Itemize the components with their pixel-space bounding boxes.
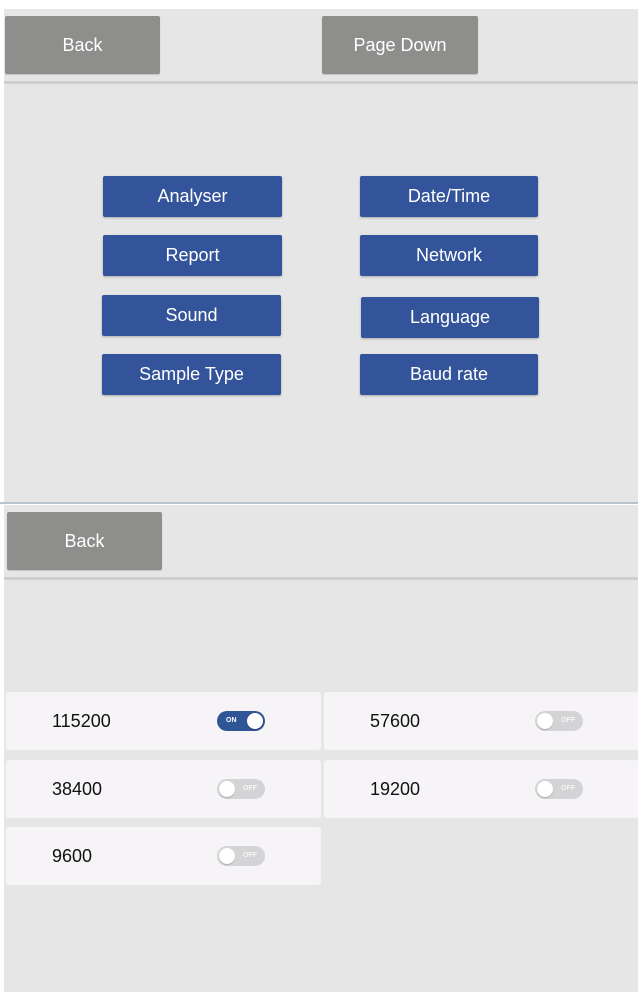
baud-rate-value: 9600 [52,846,93,866]
network-button[interactable]: Network [360,235,538,276]
settings-menu-screen: Back Page Down Analyser Date/Time Report… [4,9,638,503]
baud-rate-toggle[interactable]: ON [217,711,265,731]
back-button[interactable]: Back [7,512,162,570]
language-button[interactable]: Language [361,297,539,338]
baud-rate-value: 19200 [370,779,421,799]
sample-type-button[interactable]: Sample Type [102,354,281,395]
baud-rate-value: 115200 [52,711,111,731]
toggle-knob [247,713,263,729]
baud-rate-toggle[interactable]: OFF [535,779,583,799]
baud-rate-option[interactable]: 38400 OFF [6,760,321,818]
baud-rate-option[interactable]: 115200 ON [6,692,321,750]
toggle-knob [537,713,553,729]
toggle-knob [219,848,235,864]
toggle-state-text: OFF [243,785,257,792]
baud-rate-option[interactable]: 9600 OFF [6,827,321,885]
baud-rate-value: 38400 [52,779,103,799]
sound-button[interactable]: Sound [102,295,281,336]
page-down-button[interactable]: Page Down [322,16,478,74]
report-button[interactable]: Report [103,235,282,276]
header-divider [4,577,638,580]
baud-rate-button[interactable]: Baud rate [360,354,538,395]
header-divider [4,81,638,84]
screenshot-divider [0,502,638,504]
toggle-state-text: OFF [561,717,575,724]
toggle-state-text: OFF [243,852,257,859]
baud-rate-toggle[interactable]: OFF [217,779,265,799]
date-time-button[interactable]: Date/Time [360,176,538,217]
toggle-knob [219,781,235,797]
baud-rate-toggle[interactable]: OFF [217,846,265,866]
baud-rate-option[interactable]: 19200 OFF [324,760,638,818]
toggle-knob [537,781,553,797]
baud-rate-value: 57600 [370,711,421,731]
back-button[interactable]: Back [5,16,160,74]
toggle-state-text: ON [226,717,237,724]
baud-rate-screen: Back 115200 ON 57600 OFF 38400 OFF 19200… [4,505,638,992]
analyser-button[interactable]: Analyser [103,176,282,217]
baud-rate-toggle[interactable]: OFF [535,711,583,731]
baud-rate-option[interactable]: 57600 OFF [324,692,638,750]
toggle-state-text: OFF [561,785,575,792]
